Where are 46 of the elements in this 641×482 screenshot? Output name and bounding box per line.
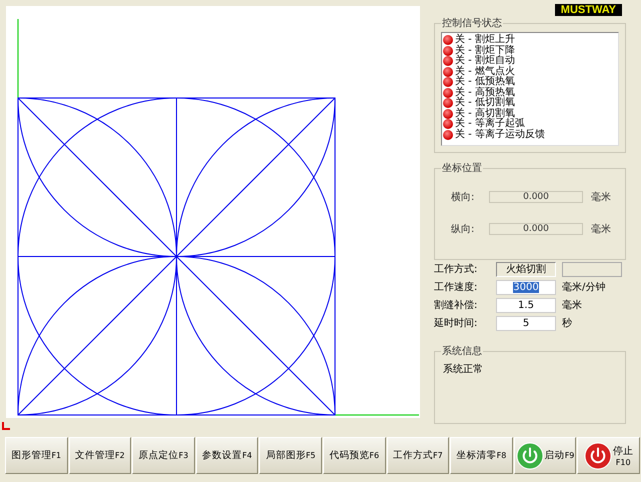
function-button[interactable]: 文件管理F2 [68, 437, 132, 474]
signal-label: 关 - 低预热氧 [455, 77, 515, 87]
input-field[interactable]: 3000 [496, 280, 556, 294]
status-message: 系统正常 [442, 362, 484, 377]
function-button[interactable]: 坐标清零F8 [450, 437, 513, 474]
panel-title: 坐标位置 [441, 162, 483, 175]
readout-field: 0.000 [489, 191, 583, 203]
signal-label: 关 - 低切割氧 [455, 98, 515, 108]
function-button[interactable]: 代码预览F6 [322, 437, 386, 474]
origin-icon [2, 422, 10, 430]
input-field[interactable]: 5 [496, 316, 556, 330]
readout-field: 0.000 [489, 223, 583, 235]
field-label: 横向: [450, 190, 476, 204]
logo: MUSTWAY [554, 4, 622, 16]
function-button[interactable]: 工作方式F7 [386, 437, 450, 474]
signal-label: 关 - 燃气点火 [455, 66, 515, 76]
field-label: 延时时间: [434, 316, 478, 330]
field-label: 工作方式: [434, 262, 478, 276]
signal-label: 关 - 高切割氧 [455, 108, 515, 118]
signal-label: 关 - 割炬自动 [455, 56, 515, 66]
function-button[interactable]: 原点定位F3 [132, 437, 195, 474]
unit-label: 毫米/分钟 [562, 280, 606, 294]
unit-label: 毫米 [562, 298, 582, 312]
power-icon [516, 442, 544, 470]
field-label: 纵向: [450, 223, 476, 236]
field-label: 工作速度: [434, 280, 478, 294]
power-icon [584, 442, 612, 470]
function-button[interactable]: 局部图形F5 [259, 437, 322, 474]
panel-title: 系统信息 [441, 344, 483, 358]
unit-label: 毫米 [591, 190, 611, 204]
signal-label: 关 - 等离子起弧 [455, 119, 525, 129]
empty-field [562, 262, 622, 276]
start-button[interactable]: 启动 F9 [514, 437, 576, 474]
signal-label: 关 - 高预热氧 [455, 88, 515, 98]
unit-label: 秒 [562, 316, 572, 330]
panel-title: 控制信号状态 [441, 16, 503, 30]
field-label: 割缝补偿: [434, 298, 478, 312]
input-field[interactable]: 1.5 [496, 298, 556, 312]
function-button[interactable]: 参数设置 F4 [196, 437, 258, 474]
signal-label: 关 - 等离子运动反馈 [455, 130, 545, 140]
function-button[interactable]: 图形管理F1 [5, 437, 68, 474]
signal-label: 关 - 割炬下降 [455, 46, 515, 56]
mode-field: 火焰切割 [496, 262, 556, 276]
unit-label: 毫米 [591, 222, 611, 236]
stop-button[interactable]: 停止 F10 [577, 437, 640, 474]
signal-label: 关 - 割炬上升 [455, 35, 515, 45]
